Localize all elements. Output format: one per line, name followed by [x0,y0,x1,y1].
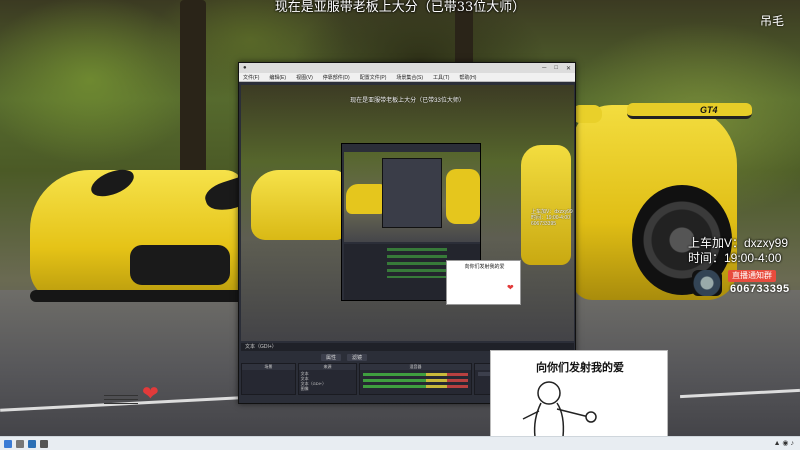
close-icon[interactable]: ✕ [566,65,571,72]
gt4-badge: GT4 [700,105,718,115]
menu-docks[interactable]: 停靠部件(D) [323,74,350,81]
obs-preview[interactable]: 现在是亚服带老板上大分（已带33位大师） 上车加V：dxzxy99 时间：19:… [241,85,574,341]
obs-app-icon: ● [243,65,247,71]
search-icon[interactable] [16,440,24,448]
yellow-car-left [30,150,263,310]
preview-title: 现在是亚服带老板上大分（已带33位大师） [350,98,465,104]
properties-button[interactable]: 属性 [321,354,342,361]
start-icon[interactable] [4,440,12,448]
group-id: 606733395 [730,283,790,295]
preview-promo: 上车加V：dxzxy99 时间：19:00-4:00 606733395 [531,209,573,227]
maximize-icon[interactable]: □ [554,65,558,72]
menu-profile[interactable]: 配置文件(P) [360,74,387,81]
menu-scene-collection[interactable]: 场景集合(S) [396,74,423,81]
preview-car-left [251,170,346,240]
minimize-icon[interactable]: ─ [542,65,546,72]
heart-icon: ❤ [507,283,514,292]
filters-button[interactable]: 滤镜 [347,354,368,361]
promo-time: 时间：19:00-4:00 [688,251,782,265]
taskview-icon[interactable] [28,440,36,448]
menu-file[interactable]: 文件(F) [243,74,259,81]
scenes-header: 场景 [242,364,295,370]
mixer-dock[interactable]: 混音器 [359,363,472,395]
sources-dock[interactable]: 来源 文本 文本 文本（GDI+） 图像 [297,363,358,395]
preview-meme: 向你们发射我的爱 ❤ [446,260,521,305]
menu-view[interactable]: 视图(V) [296,74,313,81]
scenes-dock[interactable]: 场景 [241,363,296,395]
menu-help[interactable]: 帮助(H) [459,74,476,81]
preview-promo-id: 606733395 [531,221,557,227]
mixer-header: 混音器 [360,364,471,370]
audio-meter [363,379,468,382]
promo-wechat: 上车加V：dxzxy99 [688,236,789,250]
source-item[interactable]: 图像 [301,386,355,391]
audio-meter [363,385,468,388]
group-badge: 直播通知群 606733395 [692,270,800,296]
audio-meter [363,373,468,376]
team-logo-icon [692,270,722,296]
menu-tools[interactable]: 工具(T) [433,74,449,81]
menu-edit[interactable]: 编辑(E) [269,74,286,81]
motion-lines [104,395,138,405]
heart-icon: ❤ [142,383,159,405]
group-tag: 直播通知群 [728,270,776,282]
obs-titlebar[interactable]: ● ─ □ ✕ [239,63,575,73]
corner-tag: 吊毛 [760,14,785,28]
meme-caption: 向你们发射我的爱 [536,361,624,374]
preview-car-right [521,145,571,265]
tray-icons[interactable]: ▲ ◉ ♪ [774,439,794,447]
preview-meme-text: 向你们发射我的爱 [464,264,505,270]
meme-sticker: 向你们发射我的爱 [490,350,668,450]
taskbar: ▲ ◉ ♪ [0,436,800,450]
stream-title: 现在是亚服带老板上大分（已带33位大师） [274,0,526,15]
obs-taskbar-icon[interactable] [40,440,48,448]
obs-menubar: 文件(F) 编辑(E) 视图(V) 停靠部件(D) 配置文件(P) 场景集合(S… [239,73,575,82]
promo-text: 上车加V：dxzxy99 时间：19:00-4:00 [688,236,788,266]
